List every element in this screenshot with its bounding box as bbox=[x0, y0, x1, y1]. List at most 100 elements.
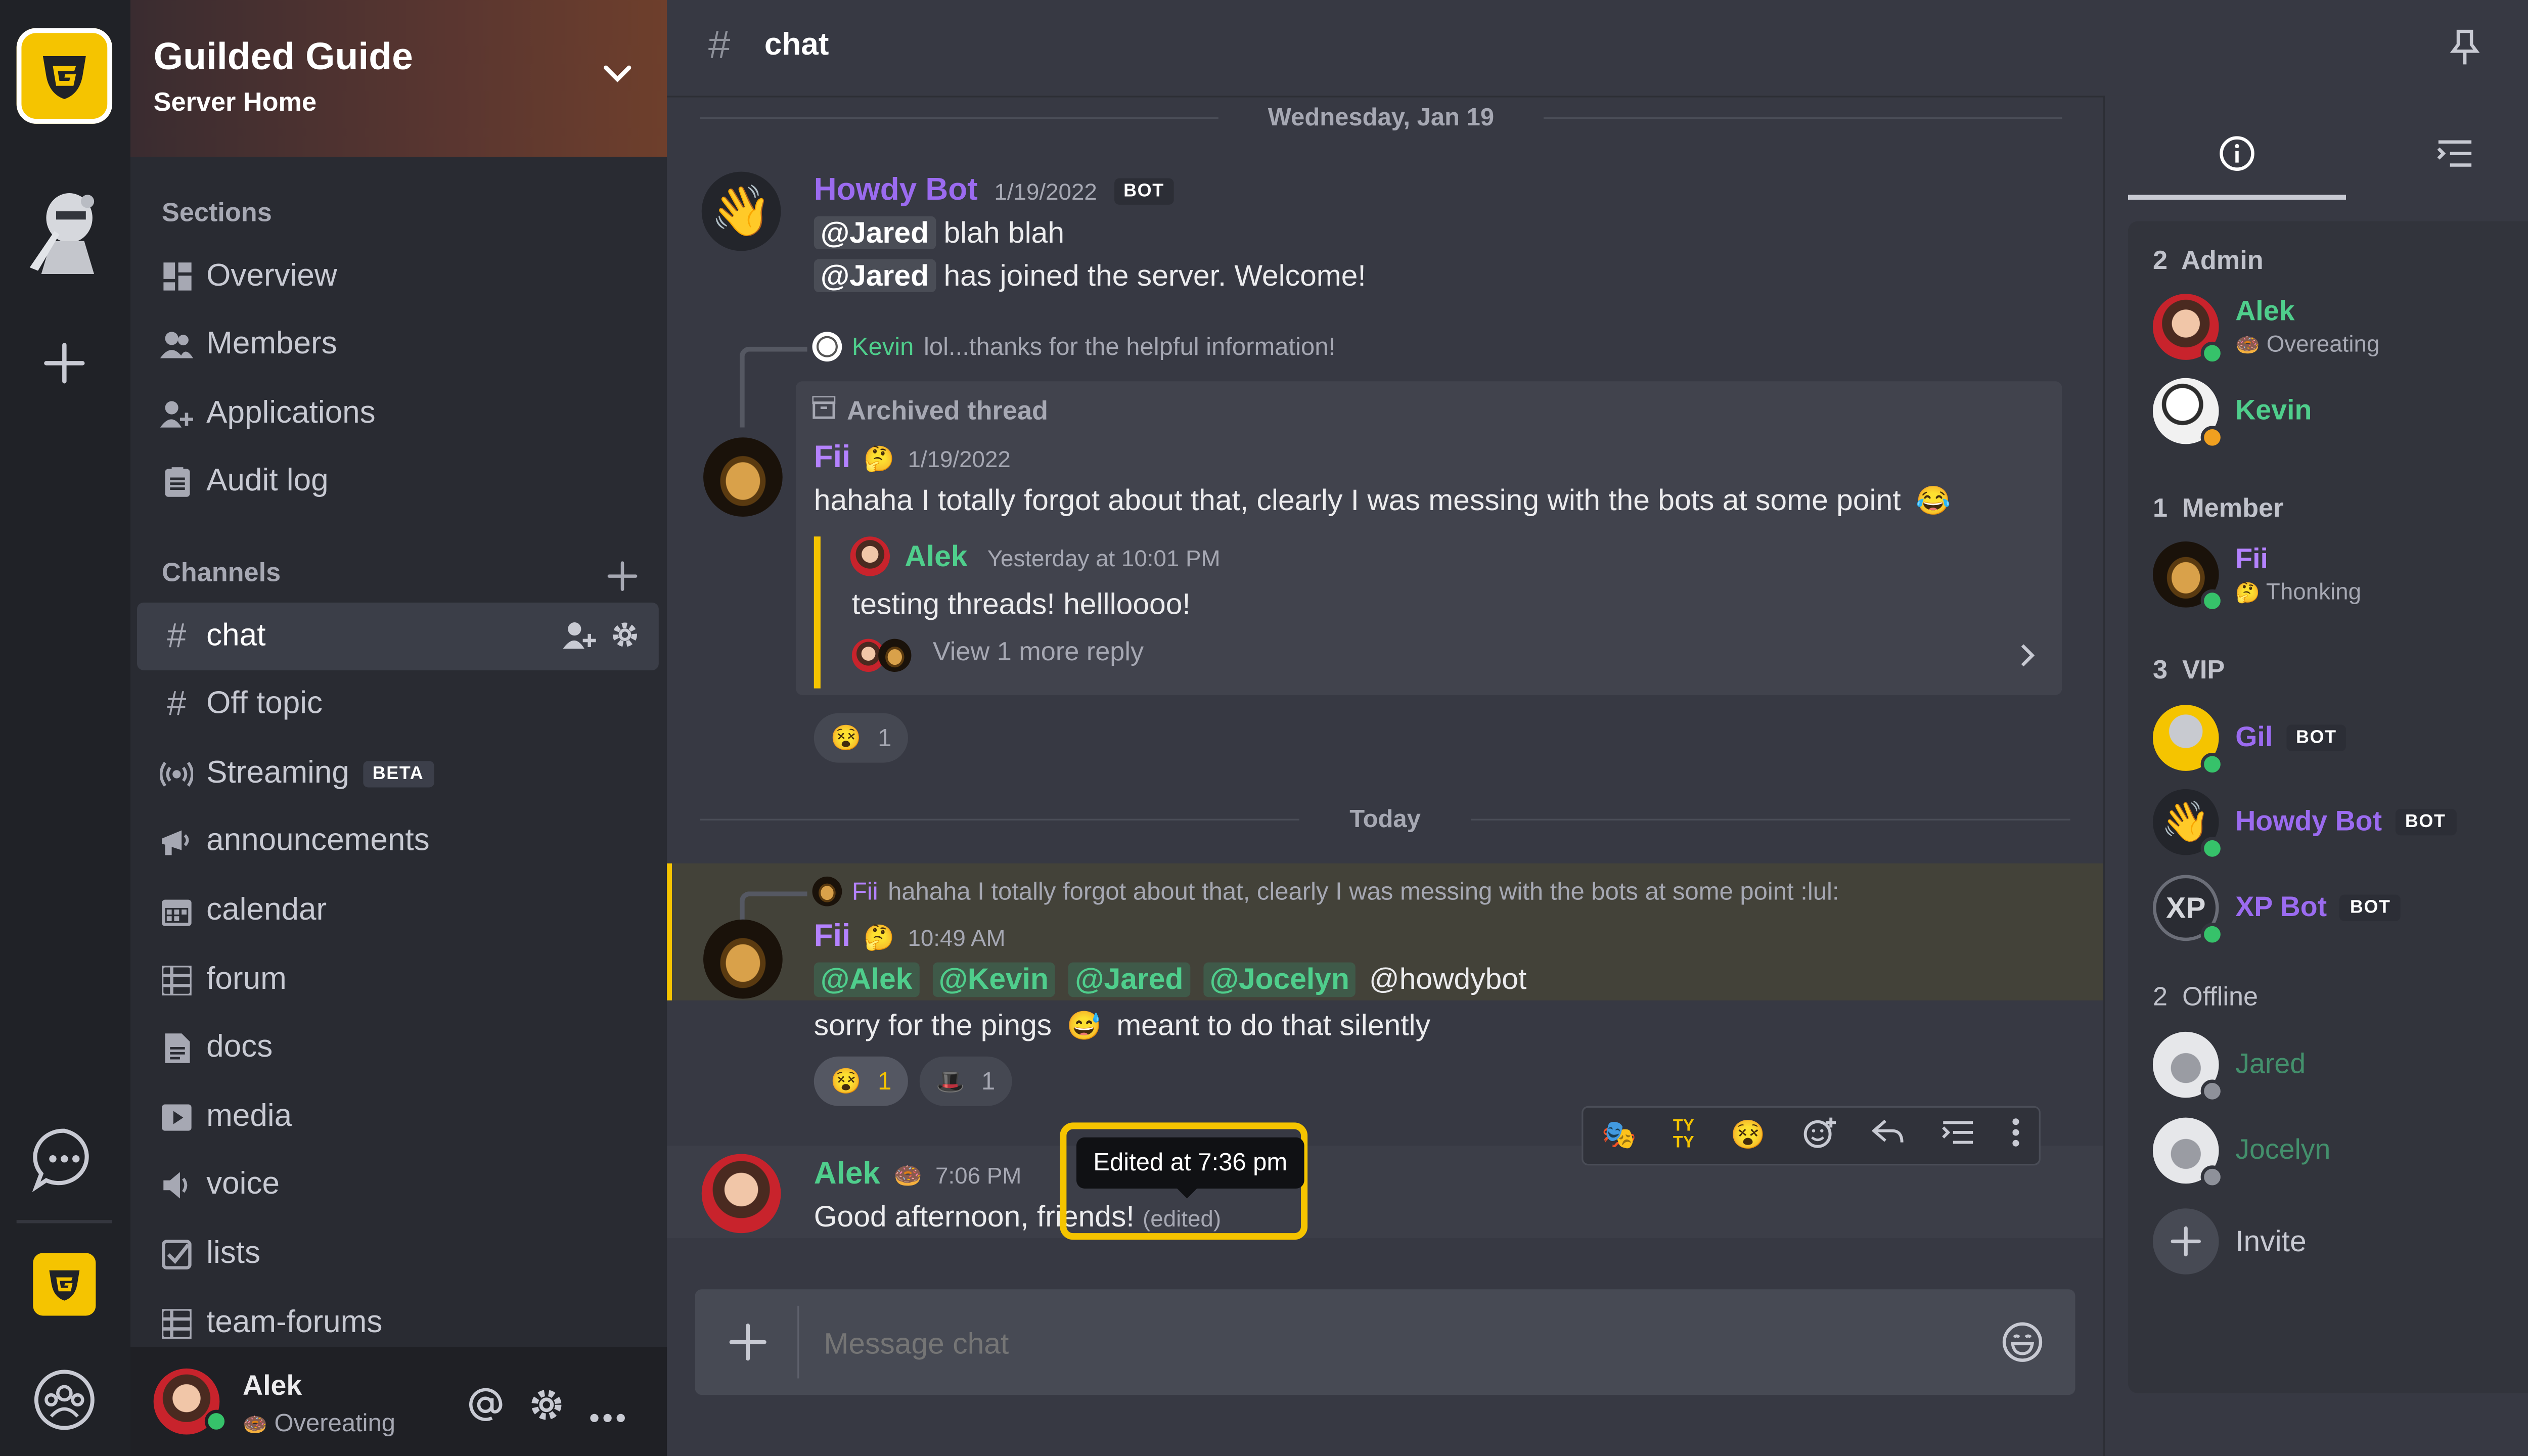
member-section-vip: 3 VIP bbox=[2152, 657, 2225, 686]
member-row[interactable]: Alek 🍩 Overeating bbox=[2152, 294, 2528, 367]
user-mention[interactable]: @Kevin bbox=[932, 962, 1056, 997]
member-row[interactable]: Gil BOT bbox=[2152, 705, 2528, 778]
member-name: XP Bot BOT bbox=[2235, 891, 2401, 924]
message-author[interactable]: Fii bbox=[814, 920, 850, 956]
sidebar-item-audit-log[interactable]: Audit log bbox=[137, 447, 659, 515]
applications-icon bbox=[160, 399, 194, 428]
idle-status-icon bbox=[2200, 426, 2224, 449]
thread-icon[interactable] bbox=[1941, 1118, 1974, 1153]
info-tab[interactable] bbox=[2128, 119, 2346, 200]
member-row[interactable]: XP XP Bot BOT bbox=[2152, 875, 2528, 948]
channel-item-chat[interactable]: # chat bbox=[137, 602, 659, 670]
emoji-picker-icon[interactable] bbox=[2001, 1321, 2044, 1372]
invite-button[interactable]: Invite bbox=[2152, 1208, 2528, 1281]
add-server-icon[interactable] bbox=[31, 330, 98, 396]
channel-item-off-topic[interactable]: # Off topic bbox=[137, 670, 659, 738]
reaction-redhat-icon[interactable]: 🎭 bbox=[1602, 1119, 1637, 1152]
docs-icon bbox=[160, 1032, 193, 1063]
message-author[interactable]: Howdy Bot bbox=[814, 173, 978, 210]
alek-avatar[interactable] bbox=[701, 1154, 781, 1234]
mentions-icon[interactable] bbox=[467, 1387, 504, 1431]
reaction-pill[interactable]: 😵 1 bbox=[814, 713, 909, 763]
threads-tab[interactable] bbox=[2346, 119, 2528, 195]
view-more-replies[interactable]: View 1 more reply bbox=[933, 639, 1144, 669]
channel-label: Streaming bbox=[206, 755, 349, 790]
sidebar-item-applications[interactable]: Applications bbox=[137, 380, 659, 447]
user-mention[interactable]: @Jared bbox=[1068, 962, 1190, 997]
fii-avatar[interactable] bbox=[703, 437, 783, 517]
fii-mini-avatar bbox=[812, 876, 842, 906]
more-icon[interactable] bbox=[2011, 1117, 2021, 1155]
member-row[interactable]: Kevin bbox=[2152, 378, 2528, 451]
fii-avatar[interactable] bbox=[703, 919, 783, 999]
member-row[interactable]: Jocelyn bbox=[2152, 1117, 2528, 1191]
channel-label: lists bbox=[206, 1236, 261, 1270]
reaction-pill[interactable]: 🎩 1 bbox=[919, 1056, 1012, 1106]
thread-author: Alek bbox=[905, 539, 968, 573]
channel-item-media[interactable]: media bbox=[137, 1083, 659, 1151]
thread-text: testing threads! hellloooo! bbox=[851, 587, 1191, 621]
reply-icon[interactable] bbox=[1871, 1118, 1905, 1153]
channel-item-lists[interactable]: lists bbox=[137, 1220, 659, 1288]
message-text: hahaha I totally forgot about that, clea… bbox=[814, 483, 1901, 517]
guilded-logo-icon[interactable] bbox=[16, 28, 113, 124]
reply-author: Kevin bbox=[851, 332, 914, 361]
channel-item-forum[interactable]: forum bbox=[137, 946, 659, 1014]
message-line: @Jared has joined the server. Welcome! bbox=[814, 259, 1366, 294]
member-row[interactable]: Jared bbox=[2152, 1031, 2528, 1105]
reaction-face-icon[interactable]: 😵 bbox=[1731, 1119, 1766, 1152]
sidebar-item-label: Audit log bbox=[206, 463, 329, 498]
member-row[interactable]: 👋 Howdy Bot BOT bbox=[2152, 789, 2528, 862]
member-row[interactable]: Fii 🤔 Thonking bbox=[2152, 541, 2528, 614]
message-input[interactable] bbox=[820, 1315, 1966, 1372]
pin-icon[interactable] bbox=[2450, 29, 2480, 74]
message-text: has joined the server. Welcome! bbox=[943, 259, 1366, 292]
add-reaction-icon[interactable] bbox=[1802, 1115, 1835, 1157]
message-author[interactable]: Fii bbox=[814, 441, 850, 477]
reply-preview[interactable]: Fii hahaha I totally forgot about that, … bbox=[812, 876, 1839, 906]
chat-bubble-icon[interactable] bbox=[28, 1122, 101, 1195]
more-options-icon[interactable] bbox=[590, 1401, 626, 1431]
chevron-down-icon[interactable] bbox=[601, 63, 634, 94]
gear-icon[interactable] bbox=[609, 619, 641, 660]
user-mention[interactable]: @Jared bbox=[814, 259, 936, 292]
user-mention[interactable]: @Jared bbox=[814, 216, 936, 250]
channel-item-streaming[interactable]: Streaming BETA bbox=[137, 740, 659, 807]
invite-plus-icon bbox=[2152, 1208, 2219, 1275]
sidebar-item-overview[interactable]: Overview bbox=[137, 243, 659, 310]
server-rail bbox=[0, 0, 130, 1456]
channel-label: calendar bbox=[206, 892, 327, 927]
howdy-bot-avatar[interactable]: 👋 bbox=[701, 171, 781, 251]
settings-gear-icon[interactable] bbox=[528, 1387, 565, 1431]
reaction-face-icon: 😵 bbox=[830, 1068, 862, 1097]
reply-preview[interactable]: Kevin lol...thanks for the helpful infor… bbox=[812, 332, 1335, 362]
message-text: blah blah bbox=[943, 216, 1065, 250]
archive-icon bbox=[811, 395, 837, 428]
attach-plus-icon[interactable] bbox=[728, 1323, 768, 1371]
community-icon[interactable] bbox=[31, 1367, 98, 1433]
channel-label: announcements bbox=[206, 823, 430, 858]
server-header[interactable]: Guilded Guide Server Home bbox=[130, 0, 667, 157]
server-name: Guilded Guide bbox=[153, 34, 413, 78]
channel-item-voice[interactable]: voice bbox=[137, 1151, 659, 1218]
channel-item-docs[interactable]: docs bbox=[137, 1014, 659, 1081]
add-channel-icon[interactable] bbox=[607, 561, 638, 599]
sidebar-item-members[interactable]: Members bbox=[137, 310, 659, 378]
chevron-right-icon[interactable] bbox=[2019, 642, 2036, 677]
message-author[interactable]: Alek bbox=[814, 1157, 880, 1194]
thread-preview[interactable]: Alek Yesterday at 10:01 PM testing threa… bbox=[814, 536, 2062, 689]
tyty-icon[interactable]: TY TY bbox=[1673, 1118, 1694, 1152]
user-mention[interactable]: @Jocelyn bbox=[1203, 962, 1356, 997]
knight-avatar-icon[interactable] bbox=[20, 178, 112, 278]
channel-sidebar: Guilded Guide Server Home Sections Overv… bbox=[130, 0, 667, 1456]
online-status-icon bbox=[2200, 837, 2224, 860]
invite-member-icon[interactable] bbox=[563, 621, 596, 659]
lul-emote-icon: 😂 bbox=[1916, 485, 1951, 517]
guilded-server-icon[interactable] bbox=[33, 1253, 96, 1316]
reaction-pill[interactable]: 😵 1 bbox=[814, 1056, 909, 1106]
online-status-icon bbox=[2200, 752, 2224, 776]
user-mention[interactable]: @Alek bbox=[814, 962, 919, 997]
hash-icon: # bbox=[167, 684, 187, 722]
channel-item-calendar[interactable]: calendar bbox=[137, 877, 659, 944]
channel-item-announcements[interactable]: announcements bbox=[137, 807, 659, 875]
